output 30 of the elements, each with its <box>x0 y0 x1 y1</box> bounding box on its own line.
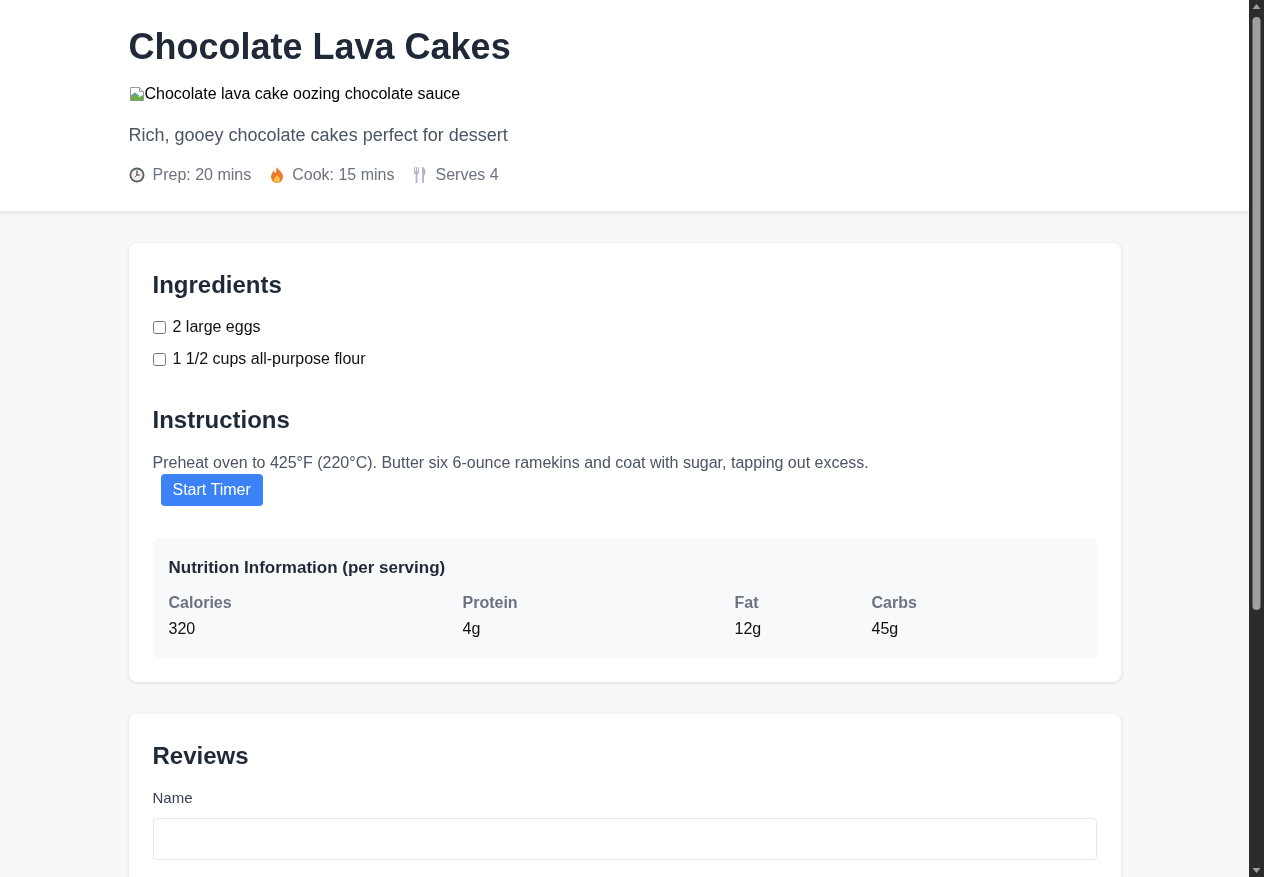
ingredient-text: 1 1/2 cups all-purpose flour <box>172 350 366 368</box>
start-timer-button[interactable]: Start Timer <box>160 474 263 506</box>
ingredient-checkbox[interactable] <box>152 320 166 334</box>
broken-image-icon <box>128 85 145 102</box>
section-heading: Reviews <box>152 741 250 771</box>
nutrient-label: Fat <box>734 593 760 613</box>
instruction-text: Preheat oven to 425°F (220°C). Butter six 6-ounce ramekins and coat with sugar, tapping out excess. <box>152 453 870 473</box>
section-heading: Ingredients <box>152 270 283 300</box>
recipe-meta-text: Cook: 15 mins <box>292 165 395 185</box>
flame-icon <box>270 167 285 183</box>
nutrient-label: Carbs <box>871 593 918 613</box>
section-heading: Instructions <box>152 405 291 435</box>
recipe-title: Chocolate Lava Cakes <box>128 25 512 68</box>
recipe-meta-text: Prep: 20 mins <box>152 165 252 185</box>
name-input[interactable] <box>152 818 1097 860</box>
nutrition-title: Nutrition Information (per serving) <box>168 557 447 579</box>
ingredient-text: 2 large eggs <box>172 318 261 336</box>
nutrient-value: 12g <box>734 619 763 639</box>
recipe-meta-text: Serves 4 <box>435 165 499 185</box>
ingredient-checkbox[interactable] <box>152 352 166 366</box>
nutrient-value: 4g <box>462 619 482 639</box>
clock-icon <box>128 167 145 183</box>
nutrient-value: 320 <box>168 619 197 639</box>
recipe-description: Rich, gooey chocolate cakes perfect for dessert <box>128 124 509 146</box>
image-alt-text: Chocolate lava cake oozing chocolate sauce <box>144 84 461 103</box>
field-label: Name <box>152 788 194 808</box>
nutrient-value: 45g <box>871 619 900 639</box>
fork-knife-icon <box>413 167 428 183</box>
nutrient-label: Protein <box>462 593 519 613</box>
nutrient-label: Calories <box>168 593 233 613</box>
